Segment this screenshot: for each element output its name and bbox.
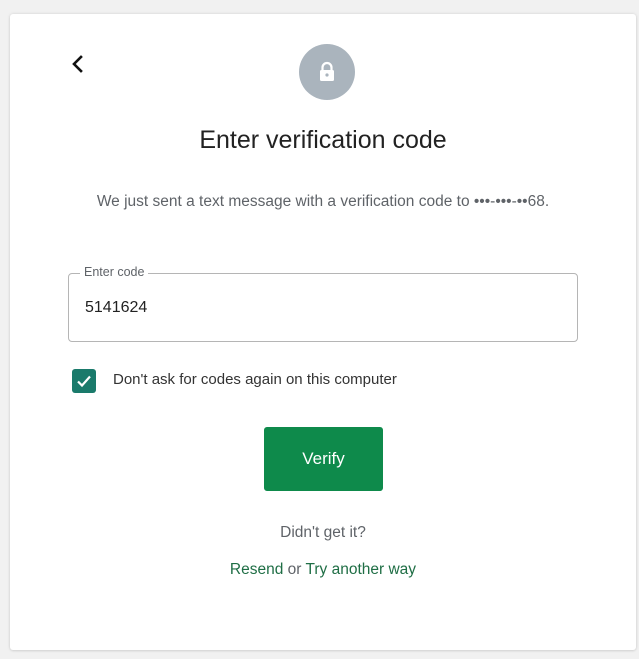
back-button[interactable] [66, 52, 90, 76]
or-text: or [287, 561, 302, 578]
verify-button[interactable]: Verify [264, 427, 383, 491]
verification-message: We just sent a text message with a verif… [96, 193, 550, 210]
lock-badge [299, 44, 355, 100]
didnt-get-it-text: Didn't get it? [280, 524, 366, 541]
code-field[interactable]: Enter code [68, 265, 578, 342]
remember-checkbox[interactable] [72, 369, 96, 393]
code-input[interactable] [85, 299, 555, 317]
lock-icon [320, 61, 334, 81]
chevron-left-icon [72, 55, 83, 73]
code-field-label: Enter code [80, 265, 149, 279]
remember-checkbox-label[interactable]: Don't ask for codes again on this comput… [113, 371, 397, 388]
resend-options: Resend or Try another way [10, 561, 636, 579]
try-another-way-link[interactable]: Try another way [306, 561, 417, 578]
resend-link[interactable]: Resend [230, 561, 283, 578]
checkmark-icon [77, 375, 91, 388]
page-title: Enter verification code [199, 126, 447, 154]
verification-card: Enter verification code We just sent a t… [10, 14, 636, 650]
